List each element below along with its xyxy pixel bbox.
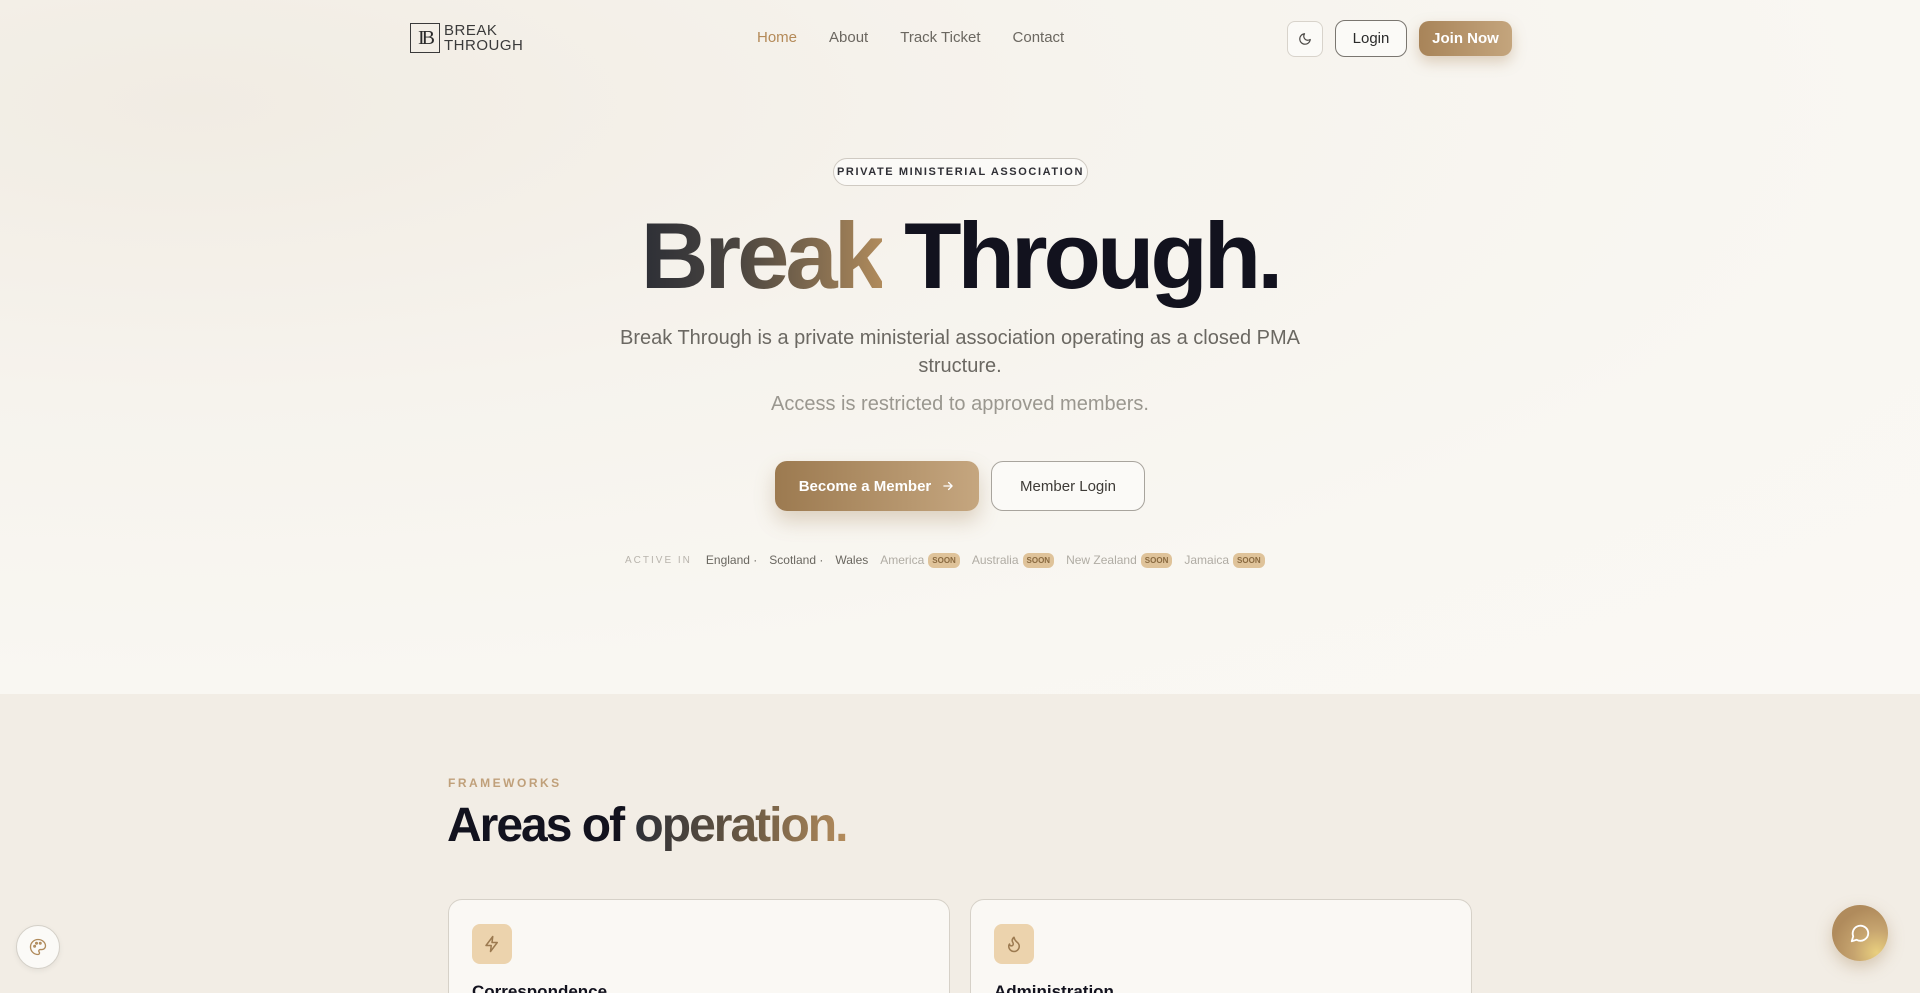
soon-badge: SOON	[1140, 552, 1173, 568]
card-title: Administration	[994, 982, 1114, 993]
frameworks-background	[0, 694, 1920, 993]
palette-icon	[29, 938, 47, 956]
nav-contact[interactable]: Contact	[1013, 29, 1065, 46]
region-scotland: Scotland ·	[769, 553, 823, 567]
join-now-button[interactable]: Join Now	[1419, 21, 1512, 56]
region-name: New Zealand	[1066, 553, 1137, 567]
moon-icon	[1299, 33, 1311, 45]
frameworks-title-accent: operation.	[634, 799, 848, 852]
arrow-right-icon	[943, 481, 954, 491]
region-australia: Australia SOON	[971, 552, 1055, 568]
logo[interactable]: IB BREAK THROUGH	[410, 23, 523, 53]
region-america: America SOON	[880, 552, 960, 568]
region-name: Scotland	[769, 553, 816, 567]
chat-button[interactable]	[1832, 905, 1888, 961]
soon-badge: SOON	[928, 552, 960, 568]
frameworks-title: Areas of operation.	[447, 798, 848, 853]
regions-label: ACTIVE IN	[625, 554, 692, 566]
nav-track-ticket[interactable]: Track Ticket	[900, 29, 980, 46]
theme-palette-button[interactable]	[16, 925, 60, 969]
logo-mark: IB	[410, 23, 440, 53]
lightning-icon	[472, 924, 512, 964]
region-england: England ·	[706, 553, 757, 567]
soon-badge: SOON	[1022, 552, 1055, 568]
region-separator: ·	[753, 553, 758, 567]
frameworks-eyebrow: FRAMEWORKS	[448, 776, 562, 790]
logo-text: BREAK THROUGH	[444, 23, 523, 53]
become-member-button[interactable]: Become a Member	[775, 461, 979, 511]
nav-about[interactable]: About	[829, 29, 868, 46]
region-separator: ·	[819, 553, 824, 567]
login-button[interactable]: Login	[1335, 20, 1407, 57]
hero-title: Break Through.	[0, 200, 1920, 312]
logo-line-1: BREAK	[444, 22, 498, 39]
become-member-label: Become a Member	[798, 477, 932, 495]
region-name: Jamaica	[1184, 553, 1230, 567]
regions-list: ACTIVE IN England · Scotland · Wales Ame…	[625, 551, 1277, 569]
nav-home[interactable]: Home	[757, 29, 797, 46]
frameworks-title-plain: Areas of	[447, 799, 625, 852]
region-name: England	[705, 553, 750, 567]
region-wales: Wales	[835, 553, 868, 567]
card-administration[interactable]: Administration	[970, 899, 1472, 993]
chat-bubble-icon	[1850, 924, 1870, 943]
region-jamaica: Jamaica SOON	[1184, 552, 1265, 568]
main-nav: Home About Track Ticket Contact	[757, 29, 1064, 46]
hero-description: Break Through is a private ministerial a…	[620, 327, 1300, 377]
soon-badge: SOON	[1233, 552, 1265, 568]
card-title: Correspondence	[472, 982, 608, 993]
logo-line-2: THROUGH	[444, 37, 524, 54]
region-new-zealand: New Zealand SOON	[1066, 552, 1173, 568]
region-name: Wales	[835, 553, 869, 567]
flame-icon	[994, 924, 1034, 964]
member-login-button[interactable]: Member Login	[991, 461, 1145, 511]
hero-title-word-1: Break	[640, 203, 886, 308]
site-header: IB BREAK THROUGH Home About Track Ticket…	[0, 0, 1920, 78]
hero-title-word-2: Through.	[904, 203, 1283, 308]
hero-subtext: Access is restricted to approved members…	[771, 393, 1149, 415]
pma-badge: PRIVATE MINISTERIAL ASSOCIATION	[833, 158, 1088, 186]
region-name: America	[880, 553, 925, 567]
region-name: Australia	[971, 553, 1019, 567]
theme-toggle-button[interactable]	[1287, 21, 1323, 57]
card-correspondence[interactable]: Correspondence	[448, 899, 950, 993]
